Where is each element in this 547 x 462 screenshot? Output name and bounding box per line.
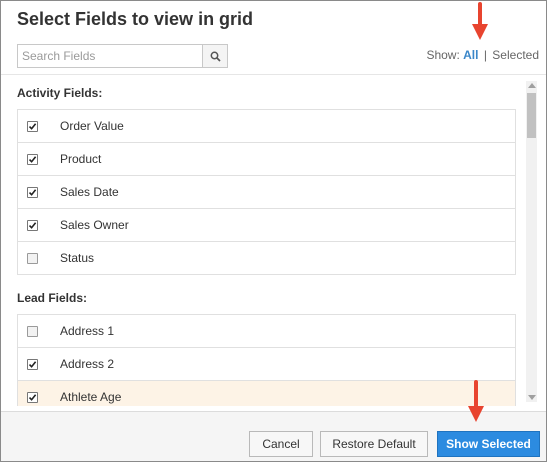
- fields-scroll-area[interactable]: Activity Fields: Order Value Product Sal…: [1, 75, 528, 406]
- field-row-address-2[interactable]: Address 2: [18, 348, 515, 381]
- scroll-up-arrow-icon[interactable]: [528, 83, 536, 88]
- restore-default-button[interactable]: Restore Default: [320, 431, 428, 457]
- field-label: Athlete Age: [60, 390, 122, 404]
- field-label: Address 2: [60, 357, 115, 371]
- field-label: Product: [60, 152, 102, 166]
- field-checkbox[interactable]: [27, 187, 38, 198]
- checkmark-icon: [28, 156, 37, 163]
- field-row-product[interactable]: Product: [18, 143, 515, 176]
- search-fields-input[interactable]: [18, 45, 202, 67]
- scrollbar-thumb[interactable]: [527, 93, 536, 138]
- field-label: Status: [60, 251, 95, 265]
- checkmark-icon: [28, 361, 37, 368]
- checkmark-icon: [28, 222, 37, 229]
- cancel-button[interactable]: Cancel: [249, 431, 313, 457]
- field-label: Address 1: [60, 324, 115, 338]
- search-box: [17, 44, 228, 68]
- dialog-footer: Cancel Restore Default Show Selected: [1, 411, 546, 461]
- field-label: Order Value: [60, 119, 124, 133]
- annotation-arrow-down-icon: [468, 380, 484, 422]
- field-row-sales-date[interactable]: Sales Date: [18, 176, 515, 209]
- field-checkbox[interactable]: [27, 220, 38, 231]
- select-fields-dialog: Select Fields to view in grid Show: All …: [0, 0, 547, 462]
- checkmark-icon: [28, 394, 37, 401]
- show-selected-button[interactable]: Show Selected: [437, 431, 540, 457]
- field-checkbox[interactable]: [27, 326, 38, 337]
- field-row-athlete-age[interactable]: Athlete Age: [18, 381, 515, 406]
- scroll-down-arrow-icon[interactable]: [528, 395, 536, 400]
- field-checkbox[interactable]: [27, 253, 38, 264]
- show-filter: Show: All | Selected: [426, 48, 539, 62]
- field-row-order-value[interactable]: Order Value: [18, 110, 515, 143]
- show-filter-separator: |: [483, 48, 487, 62]
- annotation-arrow-down-icon: [472, 2, 488, 40]
- field-row-status[interactable]: Status: [18, 242, 515, 274]
- field-row-sales-owner[interactable]: Sales Owner: [18, 209, 515, 242]
- field-checkbox[interactable]: [27, 392, 38, 403]
- checkmark-icon: [28, 123, 37, 130]
- search-icon: [210, 51, 221, 62]
- show-filter-label: Show:: [426, 48, 460, 62]
- show-selected-link[interactable]: Selected: [492, 48, 539, 62]
- field-label: Sales Owner: [60, 218, 129, 232]
- lead-fields-list: Address 1 Address 2 Athlete Age: [17, 314, 516, 406]
- checkmark-icon: [28, 189, 37, 196]
- activity-fields-list: Order Value Product Sales Date Sales Own…: [17, 109, 516, 275]
- field-row-address-1[interactable]: Address 1: [18, 315, 515, 348]
- section-heading-activity-fields: Activity Fields:: [17, 86, 103, 100]
- section-heading-lead-fields: Lead Fields:: [17, 291, 88, 305]
- vertical-scrollbar[interactable]: [526, 81, 537, 402]
- search-button[interactable]: [202, 45, 227, 67]
- field-checkbox[interactable]: [27, 154, 38, 165]
- field-checkbox[interactable]: [27, 359, 38, 370]
- field-label: Sales Date: [60, 185, 119, 199]
- dialog-title: Select Fields to view in grid: [17, 9, 254, 29]
- field-checkbox[interactable]: [27, 121, 38, 132]
- show-all-link[interactable]: All: [463, 48, 478, 62]
